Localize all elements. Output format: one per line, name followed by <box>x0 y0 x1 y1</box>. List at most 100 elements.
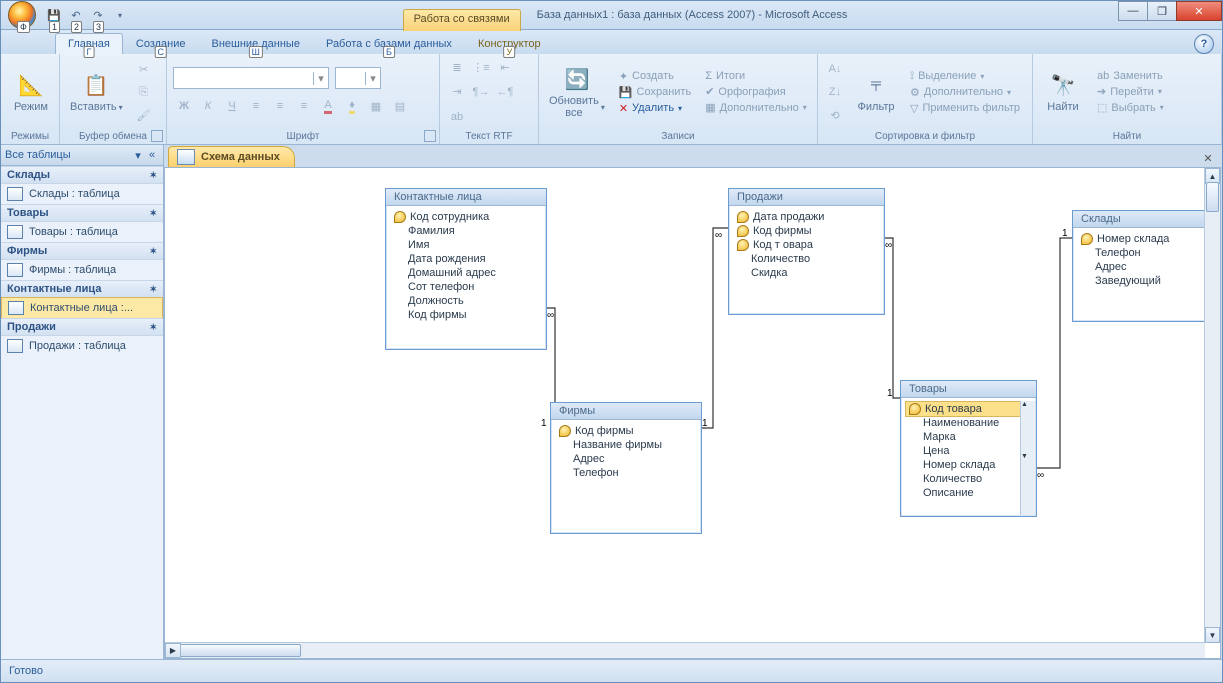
align-center-button[interactable]: ≡ <box>269 95 291 117</box>
clear-sort-button[interactable]: ⟲ <box>824 104 846 126</box>
vscroll-thumb[interactable] <box>1206 182 1219 212</box>
table-field[interactable]: Имя <box>394 238 538 252</box>
nav-table-item[interactable]: Продажи : таблица <box>1 336 163 356</box>
totals-button[interactable]: ΣИтоги <box>701 69 811 83</box>
window-minimize[interactable]: — <box>1118 1 1148 21</box>
table-field[interactable]: Должность <box>394 294 538 308</box>
mode-button[interactable]: 📐Режим <box>7 69 55 115</box>
clipboard-dialog-launcher[interactable] <box>151 130 163 142</box>
worktab-close[interactable]: ✕ <box>1198 149 1218 167</box>
paste-button[interactable]: 📋Вставить▾ <box>66 69 127 115</box>
underline-button[interactable]: Ч <box>221 95 243 117</box>
table-field[interactable]: Цена <box>909 444 1028 458</box>
table-field[interactable]: Домашний адрес <box>394 266 538 280</box>
delete-record-button[interactable]: ✕Удалить▾ <box>615 101 695 116</box>
alt-fill-button[interactable]: ▤ <box>389 95 411 117</box>
table-field[interactable]: Описание <box>909 486 1028 500</box>
table-field[interactable]: Адрес <box>1081 260 1215 274</box>
tab-designer[interactable]: КонструкторУ <box>465 33 554 54</box>
canvas-vscroll[interactable]: ▲ ▼ <box>1204 168 1220 643</box>
table-field[interactable]: Дата продажи <box>737 210 876 224</box>
schema-table-sklady[interactable]: СкладыНомер складаТелефонАдресЗаведующий <box>1072 210 1221 322</box>
canvas-hscroll[interactable]: ◀ ▶ <box>165 642 1205 658</box>
scroll-right-icon[interactable]: ▶ <box>165 643 181 658</box>
spelling-button[interactable]: ✔Орфография <box>701 84 811 99</box>
nav-group-header[interactable]: Товары✶ <box>1 204 163 222</box>
schema-table-firmy[interactable]: ФирмыКод фирмыНазвание фирмыАдресТелефон <box>550 402 702 534</box>
decrease-indent-button[interactable]: ⇤ <box>494 56 516 78</box>
schema-table-kontakt[interactable]: Контактные лицаКод сотрудникаФамилияИмяД… <box>385 188 547 350</box>
table-field[interactable]: Заведующий <box>1081 274 1215 288</box>
tab-external-data[interactable]: Внешние данныеШ <box>199 33 313 54</box>
schema-table-prodazhi[interactable]: ПродажиДата продажиКод фирмыКод т овараК… <box>728 188 885 315</box>
highlight-button[interactable]: ab <box>446 106 468 128</box>
nav-table-item[interactable]: Контактные лица :... <box>1 297 163 319</box>
rtl-button[interactable]: ←¶ <box>494 81 516 103</box>
cut-button[interactable]: ✂ <box>133 58 155 80</box>
toggle-filter-button[interactable]: ▽Применить фильтр <box>906 101 1024 116</box>
goto-button[interactable]: ➔Перейти▾ <box>1093 84 1168 99</box>
table-field[interactable]: Код фирмы <box>394 308 538 322</box>
nav-table-item[interactable]: Товары : таблица <box>1 222 163 242</box>
help-button[interactable]: ? <box>1194 34 1214 54</box>
table-field[interactable]: Код фирмы <box>559 424 693 438</box>
font-dialog-launcher[interactable] <box>424 130 436 142</box>
table-field[interactable]: Наименование <box>909 416 1028 430</box>
italic-button[interactable]: К <box>197 95 219 117</box>
tab-create[interactable]: СозданиеС <box>123 33 199 54</box>
align-left-button[interactable]: ≡ <box>245 95 267 117</box>
table-field[interactable]: Код т овара <box>737 238 876 252</box>
select-button[interactable]: ⬚Выбрать▾ <box>1093 100 1168 115</box>
table-field[interactable]: Дата рождения <box>394 252 538 266</box>
copy-button[interactable]: ⎘ <box>133 81 155 103</box>
window-close[interactable]: ✕ <box>1176 1 1222 21</box>
navpane-dropdown-icon[interactable]: ▾ <box>131 149 145 162</box>
qat-customize[interactable]: ▾ <box>109 4 131 26</box>
table-field[interactable]: Количество <box>909 472 1028 486</box>
table-field[interactable]: Название фирмы <box>559 438 693 452</box>
tab-db-tools[interactable]: Работа с базами данныхБ <box>313 33 465 54</box>
table-field[interactable]: Код фирмы <box>737 224 876 238</box>
table-field[interactable]: Скидка <box>737 266 876 280</box>
new-record-button[interactable]: ✦Создать <box>615 69 695 84</box>
table-field[interactable]: Код товара <box>905 401 1032 417</box>
nav-group-header[interactable]: Склады✶ <box>1 166 163 184</box>
nav-table-item[interactable]: Фирмы : таблица <box>1 260 163 280</box>
sort-asc-button[interactable]: A↓ <box>824 58 846 80</box>
canvas[interactable]: ∞1∞1∞1∞1 Контактные лицаКод сотрудникаФа… <box>164 167 1221 659</box>
nav-group-header[interactable]: Продажи✶ <box>1 318 163 336</box>
table-field[interactable]: Количество <box>737 252 876 266</box>
filter-button[interactable]: ⫧Фильтр <box>852 69 900 115</box>
scroll-down-icon[interactable]: ▼ <box>1205 627 1220 643</box>
selection-filter-button[interactable]: ⟟Выделение▾ <box>906 69 1024 84</box>
table-field[interactable]: Адрес <box>559 452 693 466</box>
table-field[interactable]: Код сотрудника <box>394 210 538 224</box>
save-record-button[interactable]: 💾Сохранить <box>615 85 695 100</box>
refresh-all-button[interactable]: 🔄Обновить все ▾ <box>545 63 609 121</box>
number-list-button[interactable]: ⋮≡ <box>470 56 492 78</box>
nav-table-item[interactable]: Склады : таблица <box>1 184 163 204</box>
font-family-combo[interactable]: ▾ <box>173 67 329 89</box>
nav-group-header[interactable]: Контактные лица✶ <box>1 280 163 298</box>
bullet-list-button[interactable]: ≣ <box>446 56 468 78</box>
ltr-button[interactable]: ¶→ <box>470 81 492 103</box>
table-field[interactable]: Марка <box>909 430 1028 444</box>
table-field[interactable]: Телефон <box>1081 246 1215 260</box>
records-more-button[interactable]: ▦Дополнительно▾ <box>701 100 811 115</box>
font-size-combo[interactable]: ▾ <box>335 67 381 89</box>
gridlines-button[interactable]: ▦ <box>365 95 387 117</box>
advanced-filter-button[interactable]: ⚙Дополнительно▾ <box>906 85 1024 100</box>
table-field[interactable]: Сот телефон <box>394 280 538 294</box>
find-button[interactable]: 🔭Найти <box>1039 69 1087 115</box>
table-field[interactable]: Номер склада <box>909 458 1028 472</box>
window-restore[interactable]: ❐ <box>1147 1 1177 21</box>
replace-button[interactable]: abЗаменить <box>1093 69 1168 83</box>
align-right-button[interactable]: ≡ <box>293 95 315 117</box>
font-color-button[interactable]: A <box>317 95 339 117</box>
tab-home[interactable]: ГлавнаяГ <box>55 33 123 54</box>
table-field[interactable]: Номер склада <box>1081 232 1215 246</box>
table-field[interactable]: Фамилия <box>394 224 538 238</box>
bold-button[interactable]: Ж <box>173 95 195 117</box>
navpane-header[interactable]: Все таблицы ▾ « <box>1 145 163 166</box>
nav-group-header[interactable]: Фирмы✶ <box>1 242 163 260</box>
